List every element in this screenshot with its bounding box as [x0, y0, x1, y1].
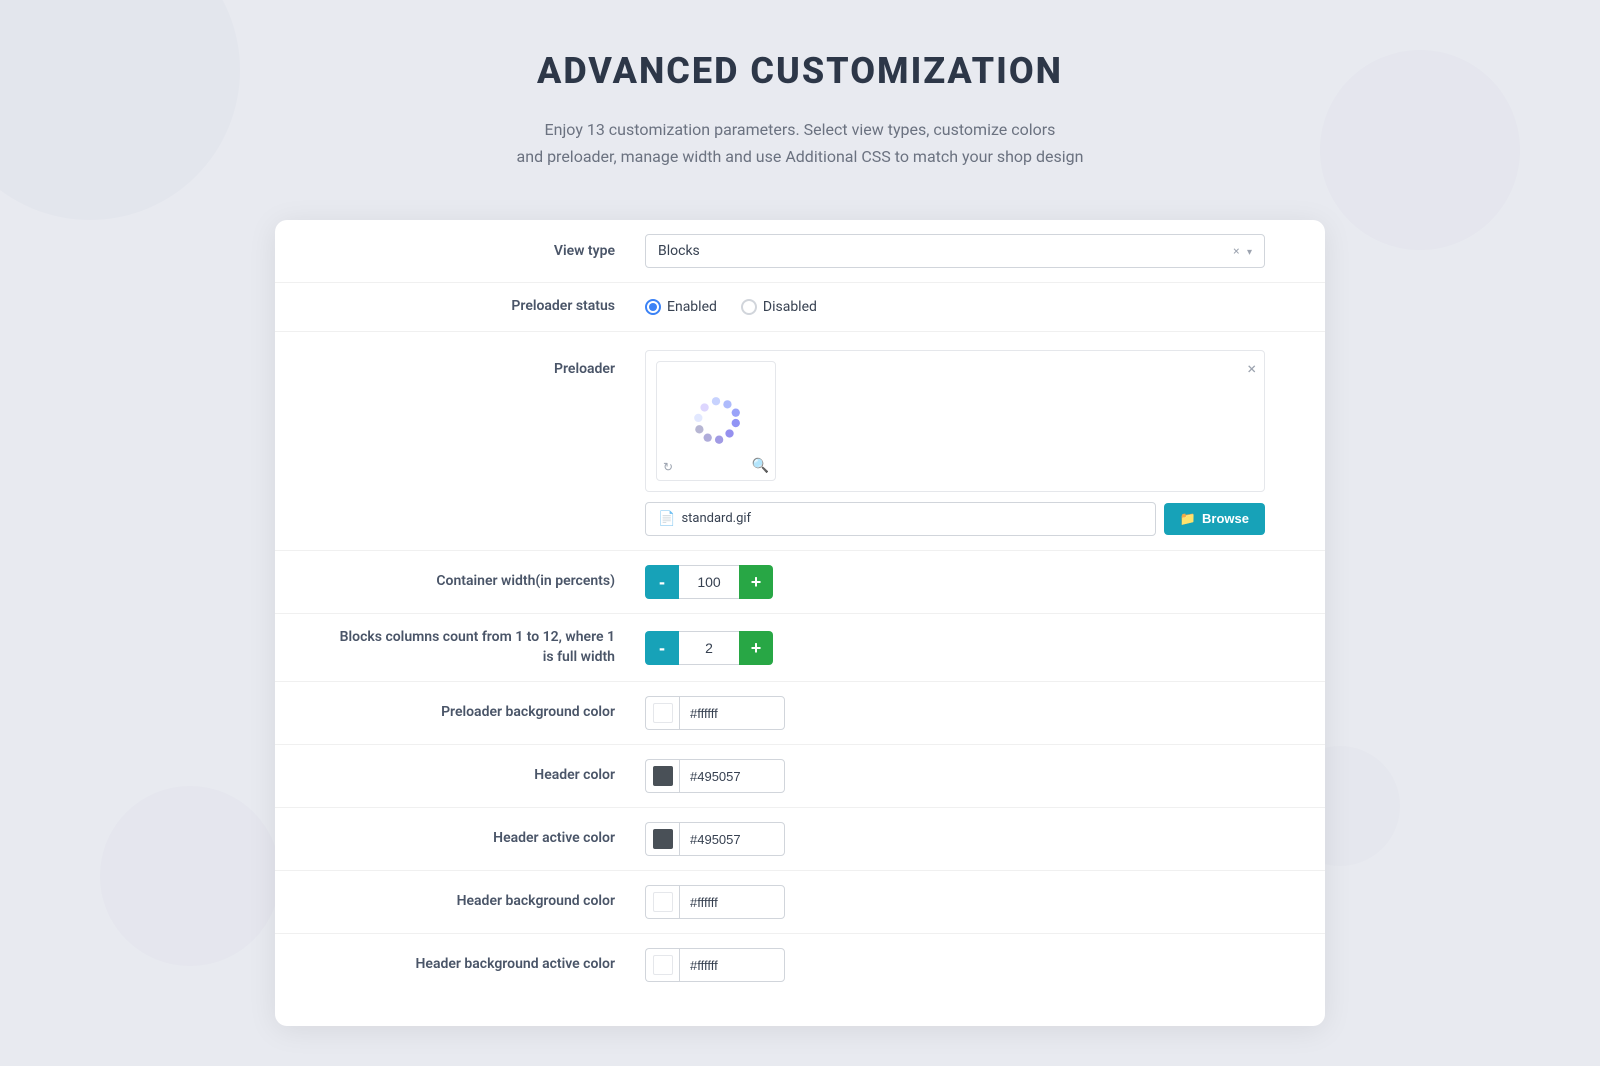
container-width-label: Container width(in percents) — [335, 572, 645, 592]
preloader-bg-color-input[interactable] — [679, 696, 785, 730]
view-type-dropdown[interactable]: Blocks × ▾ — [645, 234, 1265, 268]
chevron-down-icon: ▾ — [1247, 247, 1252, 258]
radio-enabled-dot — [645, 299, 661, 315]
preloader-row: Preloader × — [275, 332, 1325, 551]
settings-card: View type Blocks × ▾ Preloader status — [275, 220, 1325, 1026]
radio-disabled-label: Disabled — [763, 299, 817, 315]
header-bg-color-group — [645, 885, 785, 919]
file-upload-row: 📄 standard.gif 📁 Browse — [645, 502, 1265, 536]
view-type-label: View type — [335, 242, 645, 262]
preloader-bg-color-label: Preloader background color — [335, 703, 645, 723]
radio-disabled[interactable]: Disabled — [741, 299, 817, 315]
header-active-color-swatch-inner — [653, 829, 673, 849]
header-bg-color-row: Header background color — [275, 871, 1325, 934]
container-width-minus[interactable]: - — [645, 565, 679, 599]
header-color-group — [645, 759, 785, 793]
page-subtitle: Enjoy 13 customization parameters. Selec… — [517, 116, 1084, 170]
page-title: ADVANCED CUSTOMIZATION — [537, 50, 1063, 92]
browse-button[interactable]: 📁 Browse — [1164, 503, 1265, 535]
preloader-bg-color-swatch[interactable] — [645, 696, 679, 730]
preloader-status-radio-group: Enabled Disabled — [645, 299, 1265, 315]
dropdown-clear-icon[interactable]: × — [1233, 244, 1239, 258]
preloader-status-label: Preloader status — [335, 297, 645, 317]
preloader-preview-box: 🔍 ↻ — [656, 361, 776, 481]
header-bg-color-label: Header background color — [335, 892, 645, 912]
radio-enabled-label: Enabled — [667, 299, 717, 315]
preloader-bg-color-row: Preloader background color — [275, 682, 1325, 745]
blocks-columns-label: Blocks columns count from 1 to 12, where… — [335, 628, 645, 667]
header-active-color-input[interactable] — [679, 822, 785, 856]
spinner-icon — [690, 395, 742, 447]
header-bg-color-swatch-inner — [653, 892, 673, 912]
container-width-row: Container width(in percents) - + — [275, 551, 1325, 614]
header-active-color-row: Header active color — [275, 808, 1325, 871]
header-active-color-group — [645, 822, 785, 856]
file-icon: 📄 — [658, 511, 675, 527]
preloader-bg-color-group — [645, 696, 785, 730]
blocks-columns-row: Blocks columns count from 1 to 12, where… — [275, 614, 1325, 682]
container-width-plus[interactable]: + — [739, 565, 773, 599]
header-active-color-label: Header active color — [335, 829, 645, 849]
container-width-input[interactable] — [679, 565, 739, 599]
blocks-columns-input[interactable] — [679, 631, 739, 665]
file-input-display[interactable]: 📄 standard.gif — [645, 502, 1156, 536]
zoom-icon: 🔍 — [752, 458, 769, 474]
preloader-bg-color-swatch-inner — [653, 703, 673, 723]
view-type-row: View type Blocks × ▾ — [275, 220, 1325, 283]
preloader-upload-area: × — [645, 350, 1265, 492]
header-bg-active-color-row: Header background active color — [275, 934, 1325, 996]
header-bg-active-color-swatch-inner — [653, 955, 673, 975]
radio-enabled[interactable]: Enabled — [645, 299, 717, 315]
blocks-columns-minus[interactable]: - — [645, 631, 679, 665]
header-color-swatch[interactable] — [645, 759, 679, 793]
header-color-row: Header color — [275, 745, 1325, 808]
filename-text: standard.gif — [681, 511, 751, 526]
folder-icon: 📁 — [1180, 511, 1196, 527]
blocks-columns-stepper: - + — [645, 631, 1265, 665]
header-bg-active-color-swatch[interactable] — [645, 948, 679, 982]
header-color-label: Header color — [335, 766, 645, 786]
header-bg-color-swatch[interactable] — [645, 885, 679, 919]
header-color-input[interactable] — [679, 759, 785, 793]
header-color-swatch-inner — [653, 766, 673, 786]
blocks-columns-plus[interactable]: + — [739, 631, 773, 665]
header-bg-active-color-label: Header background active color — [335, 955, 645, 975]
header-bg-active-color-group — [645, 948, 785, 982]
view-type-value: Blocks — [658, 243, 700, 259]
header-bg-color-input[interactable] — [679, 885, 785, 919]
container-width-stepper: - + — [645, 565, 1265, 599]
preloader-label: Preloader — [335, 350, 645, 380]
refresh-icon: ↻ — [663, 460, 673, 474]
preloader-status-row: Preloader status Enabled Disabled — [275, 283, 1325, 332]
header-active-color-swatch[interactable] — [645, 822, 679, 856]
browse-label: Browse — [1202, 511, 1249, 526]
header-bg-active-color-input[interactable] — [679, 948, 785, 982]
radio-disabled-dot — [741, 299, 757, 315]
preloader-close-button[interactable]: × — [1247, 359, 1256, 378]
